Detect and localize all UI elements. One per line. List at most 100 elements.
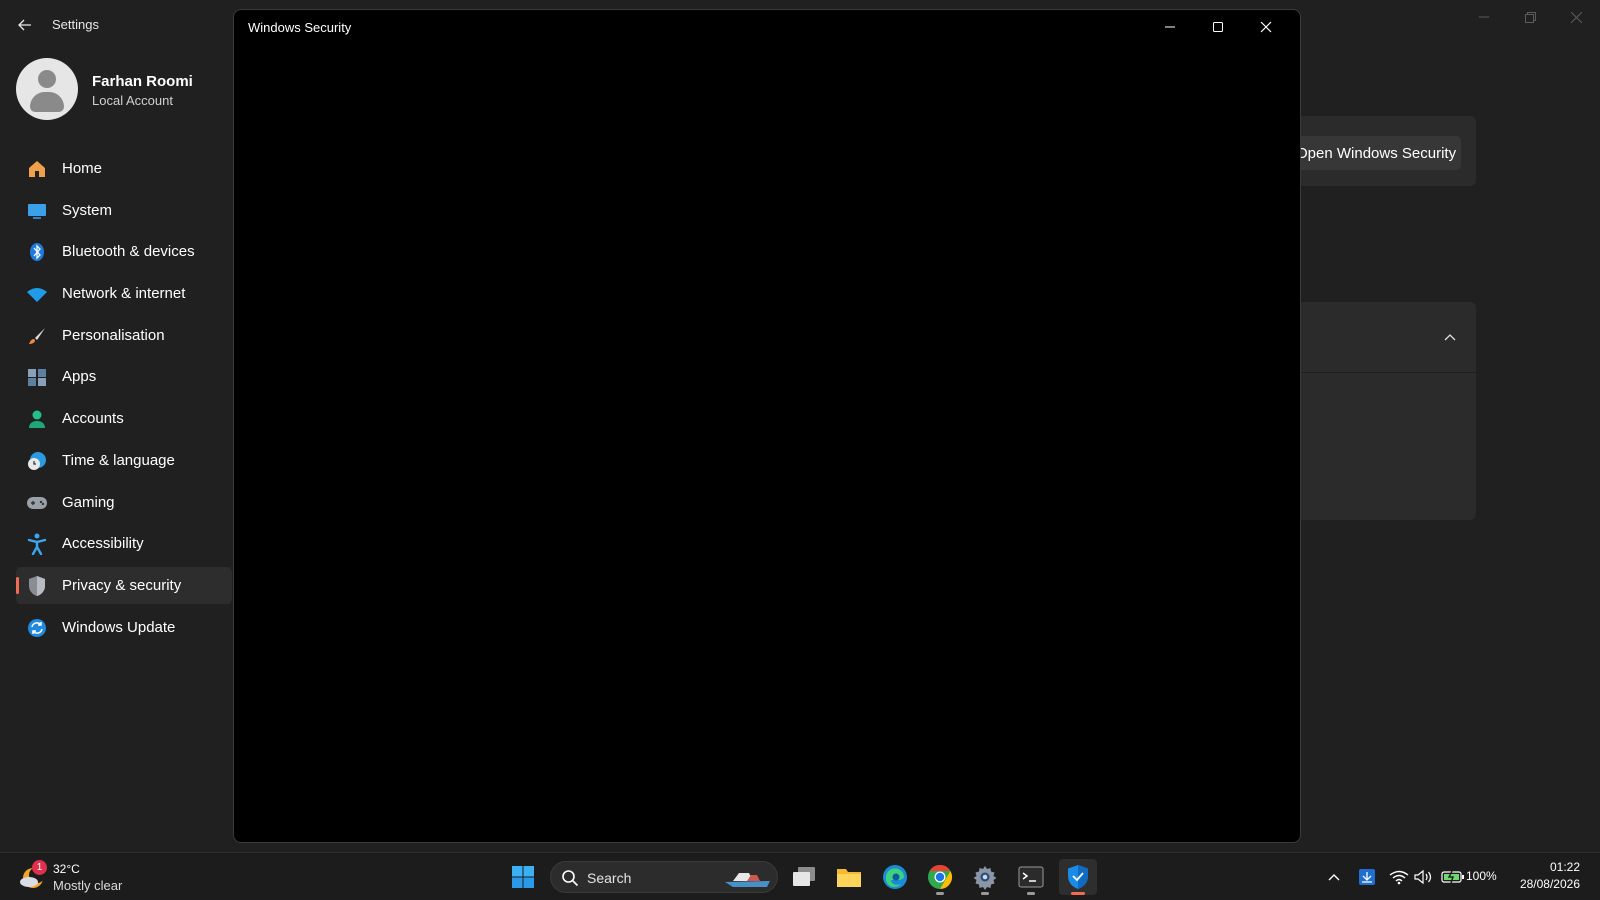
system-icon: [26, 200, 48, 222]
task-view-button[interactable]: [785, 859, 823, 895]
home-icon: [26, 158, 48, 180]
app-title: Settings: [52, 17, 99, 32]
battery-tray-button[interactable]: [1440, 865, 1466, 889]
task-view-icon: [793, 867, 815, 886]
edge-button[interactable]: [876, 859, 914, 895]
restore-icon: [1524, 11, 1536, 23]
sidebar-item-label: Bluetooth & devices: [62, 243, 195, 261]
sidebar-item-label: Windows Update: [62, 618, 176, 636]
sidebar-item-label: Accessibility: [62, 535, 144, 553]
sidebar-item-label: Network & internet: [62, 285, 186, 303]
network-tray-button[interactable]: [1388, 865, 1410, 889]
update-icon: [26, 617, 48, 639]
bluetooth-icon: [26, 241, 48, 263]
open-windows-security-label: Open Windows Security: [1296, 144, 1457, 162]
chrome-icon: [928, 865, 953, 889]
chrome-button[interactable]: [921, 859, 959, 895]
chevron-up-icon: [1328, 874, 1340, 881]
security-maximize-button[interactable]: [1196, 14, 1240, 40]
running-indicator: [981, 892, 989, 895]
sidebar-nav: Home System Bluetooth & devices Network …: [16, 150, 232, 650]
sidebar-item-privacy-security[interactable]: Privacy & security: [16, 566, 232, 604]
search-highlight-icon: [725, 873, 770, 887]
battery-charging-icon: [1441, 870, 1464, 884]
download-tray-button[interactable]: [1356, 865, 1378, 889]
windows-security-window[interactable]: Windows Security: [233, 9, 1301, 843]
settings-restore-button[interactable]: [1510, 6, 1550, 28]
file-explorer-button[interactable]: [830, 859, 868, 895]
gamepad-icon: [26, 492, 48, 514]
security-close-button[interactable]: [1244, 14, 1288, 40]
sidebar-item-bluetooth[interactable]: Bluetooth & devices: [16, 233, 232, 270]
windows-logo-icon: [512, 866, 534, 888]
notification-badge: 1: [32, 860, 47, 875]
speaker-icon: [1414, 869, 1432, 885]
terminal-icon: [1018, 866, 1044, 888]
sidebar-item-label: System: [62, 201, 113, 219]
active-indicator: [1071, 892, 1085, 895]
weather-condition: Mostly clear: [53, 878, 123, 893]
search-icon: [562, 870, 579, 887]
sidebar-item-label: Home: [62, 160, 103, 177]
accessibility-icon: [26, 533, 48, 556]
avatar: [16, 58, 78, 120]
close-icon: [1260, 21, 1272, 33]
sidebar-item-label: Gaming: [62, 493, 115, 511]
clock-time[interactable]: 01:22: [1530, 860, 1580, 874]
settings-taskbar-button[interactable]: [966, 859, 1004, 895]
shield-icon: [26, 575, 48, 597]
weather-widget[interactable]: 1 32°C Mostly clear: [18, 859, 158, 895]
sidebar-item-system[interactable]: System: [16, 192, 232, 229]
volume-tray-button[interactable]: [1412, 865, 1434, 889]
minimize-icon: [1479, 16, 1489, 18]
sidebar-item-accounts[interactable]: Accounts: [16, 400, 232, 437]
battery-percentage: 100%: [1466, 869, 1497, 883]
running-indicator: [936, 892, 944, 895]
sidebar-item-accessibility[interactable]: Accessibility: [16, 525, 232, 562]
taskbar-search[interactable]: Search: [550, 861, 778, 893]
sidebar-item-personalisation[interactable]: Personalisation: [16, 317, 232, 354]
back-arrow-icon: [18, 19, 31, 31]
shield-icon: [1068, 865, 1088, 889]
settings-close-button[interactable]: [1556, 6, 1596, 28]
security-minimize-button[interactable]: [1148, 14, 1192, 40]
search-label: Search: [587, 870, 632, 886]
folder-icon: [837, 869, 861, 887]
sidebar-item-label: Accounts: [62, 410, 124, 428]
show-hidden-icons-button[interactable]: [1324, 865, 1344, 889]
brush-icon: [26, 325, 48, 347]
close-icon: [1570, 11, 1582, 23]
start-button[interactable]: [504, 859, 542, 895]
terminal-button[interactable]: [1012, 859, 1050, 895]
sidebar-item-label: Personalisation: [62, 326, 165, 344]
clock-globe-icon: [26, 450, 48, 472]
sidebar-item-apps[interactable]: Apps: [16, 358, 232, 395]
apps-icon: [26, 366, 48, 388]
sidebar-item-time-language[interactable]: Time & language: [16, 442, 232, 479]
wifi-icon: [26, 283, 48, 305]
accounts-icon: [26, 408, 48, 430]
minimize-icon: [1165, 26, 1175, 28]
sidebar-item-network[interactable]: Network & internet: [16, 275, 232, 312]
user-name: Farhan Roomi: [92, 73, 193, 90]
sidebar-item-label: Apps: [62, 368, 97, 386]
taskbar: 1 32°C Mostly clear Search 100% 01:22 28…: [0, 852, 1600, 900]
sidebar-item-windows-update[interactable]: Windows Update: [16, 609, 232, 646]
edge-icon: [883, 865, 907, 889]
running-indicator: [1027, 892, 1035, 895]
settings-minimize-button[interactable]: [1464, 6, 1504, 28]
user-profile[interactable]: Farhan Roomi Local Account: [16, 58, 226, 122]
sidebar-item-label: Time & language: [62, 451, 175, 469]
gear-icon: [973, 866, 997, 890]
windows-security-taskbar-button[interactable]: [1059, 859, 1097, 895]
wifi-icon: [1389, 870, 1409, 885]
windows-security-title: Windows Security: [248, 20, 352, 35]
sidebar-item-home[interactable]: Home: [16, 150, 232, 187]
chevron-up-icon[interactable]: [1441, 329, 1459, 345]
weather-temp: 32°C: [53, 862, 80, 876]
clock-date[interactable]: 28/08/2026: [1510, 877, 1580, 891]
sidebar-item-gaming[interactable]: Gaming: [16, 484, 232, 521]
maximize-icon: [1213, 22, 1223, 32]
back-button[interactable]: [12, 12, 38, 38]
account-type: Local Account: [92, 93, 173, 108]
